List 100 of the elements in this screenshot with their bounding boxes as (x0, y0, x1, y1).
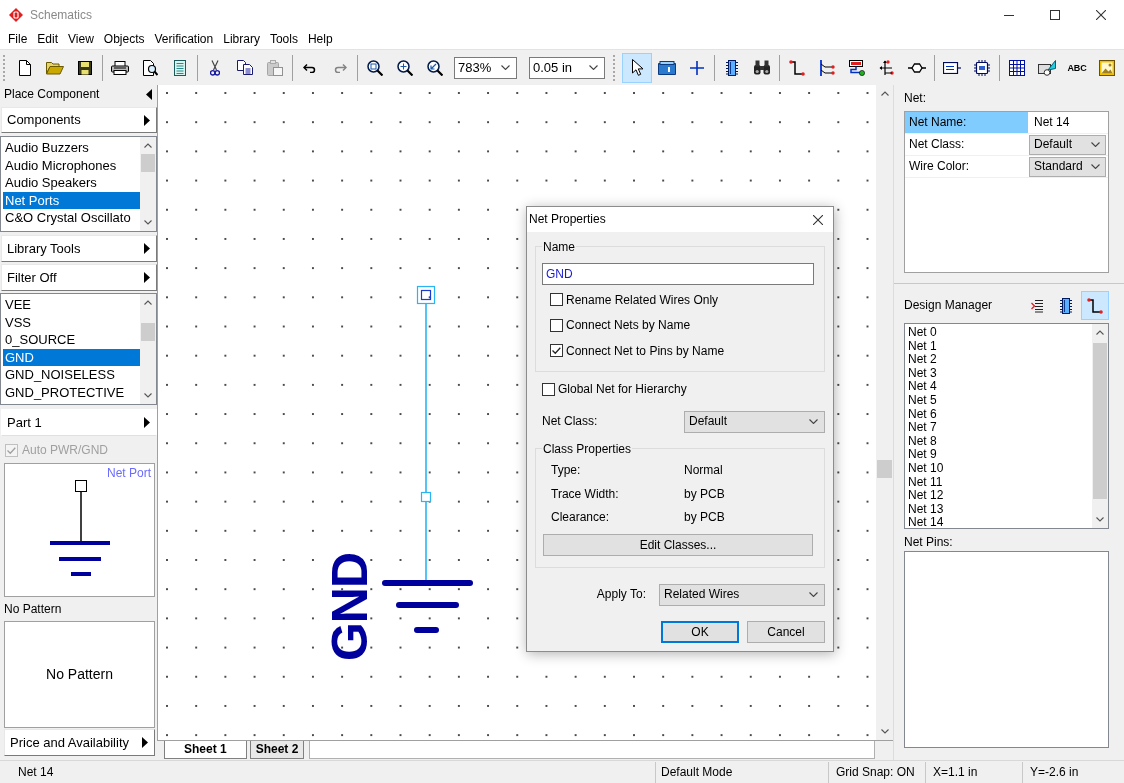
jumper-icon[interactable] (908, 62, 926, 73)
undo-icon[interactable] (303, 62, 317, 73)
chip-icon[interactable] (726, 59, 738, 76)
close-icon[interactable] (1096, 10, 1106, 20)
copy-icon[interactable] (237, 60, 253, 75)
sheet-tab[interactable]: Sheet 2 (249, 741, 305, 759)
grid-size-select[interactable]: 0.05 in (529, 56, 605, 79)
sheet-tab[interactable]: Sheet 1 (164, 741, 247, 759)
part-dropdown[interactable]: Part 1 (1, 409, 157, 436)
global-net-checkbox[interactable] (542, 383, 555, 396)
dialog-button[interactable]: OK (661, 621, 739, 643)
scroll-thumb[interactable] (141, 323, 155, 341)
net-item[interactable]: Net 6 (905, 407, 1092, 422)
part-item[interactable]: VSS (3, 313, 140, 331)
name-input[interactable]: GND (542, 263, 814, 285)
net-item[interactable]: Net 7 (905, 421, 1092, 435)
wire-view-button[interactable] (1081, 291, 1109, 320)
category-dropdown[interactable]: Components (1, 107, 157, 133)
edit-classes-button[interactable]: Edit Classes... (543, 534, 813, 556)
scroll-up-icon[interactable] (1096, 330, 1104, 335)
property-label[interactable]: Net Class: (905, 134, 1028, 155)
net-item[interactable]: Net 2 (905, 353, 1092, 367)
menu-item[interactable]: Library (218, 31, 265, 48)
menu-item[interactable]: Edit (32, 31, 64, 48)
net-item[interactable]: Net 14 (905, 516, 1092, 530)
print-preview-icon[interactable] (142, 59, 158, 76)
minimize-icon[interactable] (1004, 14, 1014, 16)
binoculars-icon[interactable] (753, 60, 771, 75)
maximize-icon[interactable] (1050, 10, 1060, 20)
property-select[interactable]: Standard (1029, 156, 1106, 177)
open-folder-icon[interactable] (46, 60, 64, 75)
scroll-up-icon[interactable] (880, 91, 889, 96)
table-icon[interactable] (1009, 59, 1025, 76)
image-icon[interactable] (1099, 59, 1115, 76)
category-item[interactable]: C&O Crystal Oscillato (3, 209, 140, 227)
dialog-button[interactable]: Cancel (747, 621, 825, 643)
scroll-down-icon[interactable] (144, 393, 152, 398)
scroll-up-icon[interactable] (144, 300, 152, 305)
category-item[interactable]: Audio Speakers (3, 174, 140, 192)
menu-item[interactable]: Verification (149, 31, 219, 48)
wire-icon[interactable] (789, 59, 805, 76)
library-tools-button[interactable]: Library Tools (1, 235, 157, 262)
scroll-down-icon[interactable] (144, 220, 152, 225)
net-item[interactable]: Net 9 (905, 448, 1092, 462)
category-item[interactable]: Audio Microphones (3, 156, 140, 174)
bus-icon[interactable] (819, 59, 835, 76)
property-value[interactable]: Net 14 (1034, 115, 1070, 130)
property-label[interactable]: Net Name: (905, 112, 1028, 133)
menu-item[interactable]: Objects (98, 31, 150, 48)
category-item[interactable]: Audio Buzzers (3, 139, 140, 157)
port-connector-icon[interactable] (849, 59, 865, 76)
apply-to-select[interactable]: Related Wires (659, 583, 825, 606)
menu-item[interactable]: File (3, 31, 33, 48)
option-checkbox[interactable] (550, 293, 563, 307)
net-item[interactable]: Net 11 (905, 475, 1092, 490)
scroll-down-icon[interactable] (880, 729, 889, 734)
scrollbar[interactable] (140, 137, 156, 231)
collapse-arrow-icon[interactable] (146, 89, 152, 100)
part-item[interactable]: VEE (3, 296, 140, 314)
scroll-thumb[interactable] (1093, 343, 1107, 499)
document-icon[interactable] (174, 59, 186, 76)
net-item[interactable]: Net 3 (905, 366, 1092, 381)
menu-item[interactable]: View (63, 31, 99, 48)
part-item[interactable]: 0_SOURCE (3, 331, 140, 349)
chip-outline-icon[interactable] (974, 59, 990, 76)
block-icon[interactable] (943, 61, 961, 74)
net-item[interactable]: Net 4 (905, 380, 1092, 394)
option-checkbox[interactable] (550, 344, 563, 358)
text-tool-button[interactable]: ABC (1067, 62, 1087, 73)
net-item[interactable]: Net 0 (905, 326, 1092, 340)
magnifier-plus-icon[interactable] (397, 59, 413, 76)
net-item[interactable]: Net 12 (905, 489, 1092, 503)
property-select[interactable]: Default (1029, 134, 1106, 155)
new-document-icon[interactable] (19, 59, 31, 76)
endpoint-handle[interactable] (416, 285, 436, 305)
scroll-up-icon[interactable] (144, 143, 152, 148)
net-item[interactable]: Net 1 (905, 339, 1092, 354)
category-item[interactable]: Net Ports (3, 191, 140, 209)
price-availability-button[interactable]: Price and Availability (4, 729, 155, 756)
scrollbar[interactable] (1092, 324, 1108, 528)
scrollbar[interactable] (140, 294, 156, 404)
printer-icon[interactable] (111, 60, 129, 75)
menu-item[interactable]: Tools (264, 31, 303, 48)
scroll-down-icon[interactable] (1096, 517, 1104, 522)
ground-symbol[interactable] (382, 580, 473, 633)
net-class-select[interactable]: Default (684, 410, 825, 433)
close-icon[interactable] (813, 214, 823, 225)
option-checkbox[interactable] (550, 318, 563, 332)
net-item[interactable]: Net 13 (905, 502, 1092, 517)
select-tool-button[interactable] (622, 52, 652, 83)
scroll-thumb[interactable] (877, 460, 892, 478)
net-item[interactable]: Net 8 (905, 434, 1092, 449)
zoom-select[interactable]: 783% (454, 56, 517, 79)
scroll-thumb[interactable] (141, 154, 155, 172)
horizontal-scrollbar[interactable] (309, 741, 875, 759)
part-item[interactable]: GND_PROTECTIVE (3, 383, 140, 401)
part-item[interactable]: GND (3, 348, 140, 366)
menu-item[interactable]: Help (302, 31, 338, 48)
net-item[interactable]: Net 5 (905, 393, 1092, 408)
part-item[interactable]: GND_NOISELESS (3, 366, 140, 384)
